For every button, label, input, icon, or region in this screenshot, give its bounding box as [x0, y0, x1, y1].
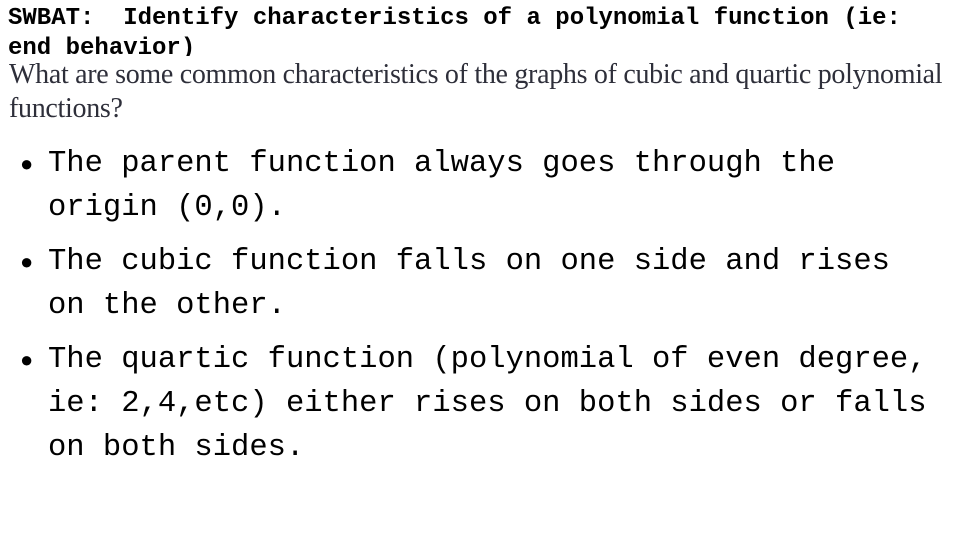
slide: SWBAT: Identify characteristics of a pol…	[0, 0, 960, 540]
bullet-item: ● The parent function always goes throug…	[18, 142, 938, 230]
bullet-text: The parent function always goes through …	[48, 147, 836, 225]
bullet-text: The cubic function falls on one side and…	[48, 245, 890, 323]
bullet-item: ● The cubic function falls on one side a…	[18, 240, 938, 328]
bullet-dot-icon: ●	[20, 347, 34, 372]
bullet-dot-icon: ●	[20, 249, 34, 274]
question-text: What are some common characteristics of …	[9, 59, 943, 124]
bullet-list: ● The parent function always goes throug…	[18, 142, 938, 480]
objective-heading: SWBAT: Identify characteristics of a pol…	[8, 5, 916, 58]
bullet-item: ● The quartic function (polynomial of ev…	[18, 338, 938, 470]
bullet-dot-icon: ●	[20, 151, 34, 176]
bullet-text: The quartic function (polynomial of even…	[48, 343, 927, 465]
question-image: What are some common characteristics of …	[0, 56, 960, 130]
